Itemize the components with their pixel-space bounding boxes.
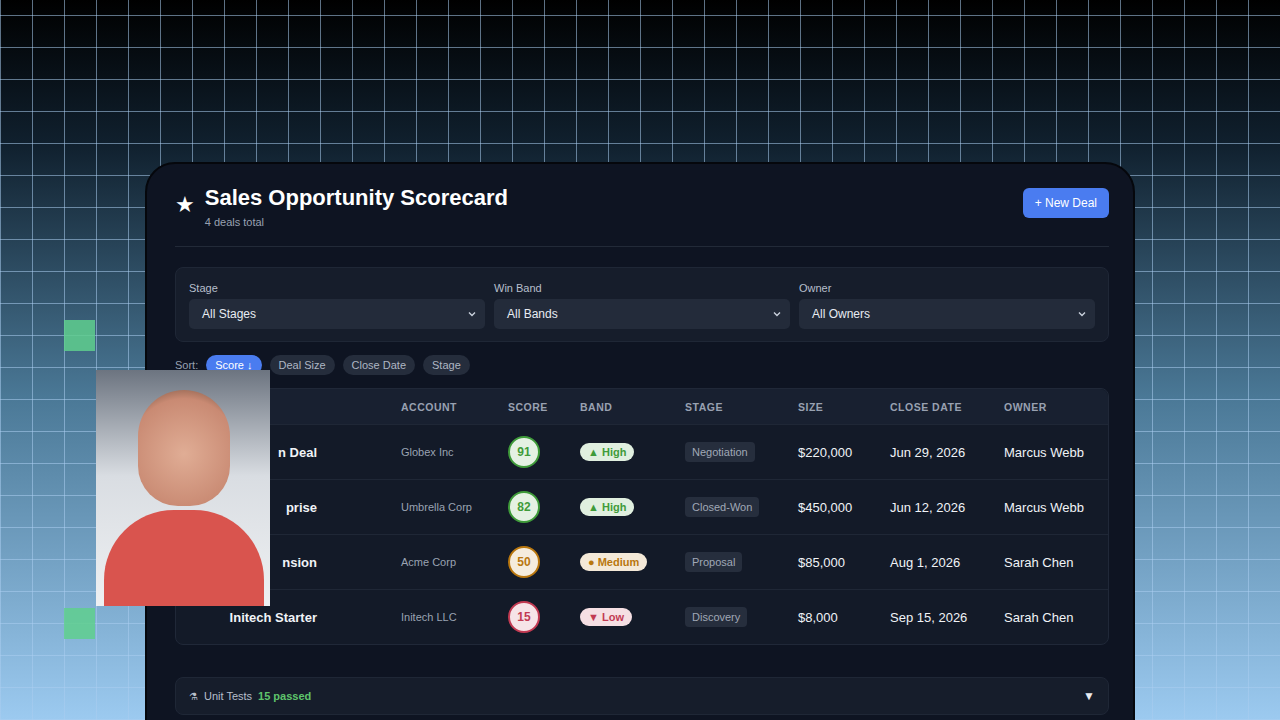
column-header[interactable]: ACCOUNT bbox=[401, 401, 508, 413]
chevron-down-icon bbox=[1077, 309, 1087, 319]
column-header[interactable]: STAGE bbox=[685, 401, 798, 413]
person-silhouette bbox=[104, 510, 264, 606]
deal-size: $8,000 bbox=[798, 610, 890, 625]
deal-name: Initech Starter bbox=[189, 610, 401, 625]
header: ★ Sales Opportunity Scorecard 4 deals tota… bbox=[175, 184, 1109, 247]
stage-tag: Discovery bbox=[685, 607, 747, 627]
star-icon: ★ bbox=[175, 192, 195, 218]
table-row[interactable]: n DealGlobex Inc91▲ HighNegotiation$220,… bbox=[176, 424, 1108, 479]
owner: Marcus Webb bbox=[1004, 500, 1095, 515]
filter-select[interactable]: All Stages bbox=[189, 299, 485, 329]
column-header[interactable]: SCORE bbox=[508, 401, 580, 413]
filter-select[interactable]: All Bands bbox=[494, 299, 790, 329]
table-row[interactable]: Initech StarterInitech LLC15 ▼ Low Discove… bbox=[176, 589, 1108, 644]
title-block: ★ Sales Opportunity Scorecard 4 deals tota… bbox=[175, 184, 508, 228]
new-deal-button[interactable]: + New Deal bbox=[1023, 188, 1109, 218]
band-pill: ● Medium bbox=[580, 553, 647, 571]
column-header[interactable]: SIZE bbox=[798, 401, 890, 413]
expand-toggle[interactable]: ▼ bbox=[1083, 689, 1095, 703]
deal-size: $450,000 bbox=[798, 500, 890, 515]
tests-result: 15 passed bbox=[258, 690, 311, 702]
score-badge: 91 bbox=[508, 436, 540, 468]
flask-icon: ⚗ bbox=[189, 691, 198, 702]
filter: Win Band All Bands bbox=[494, 282, 790, 329]
column-header[interactable]: BAND bbox=[580, 401, 685, 413]
close-date: Aug 1, 2026 bbox=[890, 555, 1004, 570]
close-date: Sep 15, 2026 bbox=[890, 610, 1004, 625]
stage-tag: Closed-Won bbox=[685, 497, 759, 517]
close-date: Jun 12, 2026 bbox=[890, 500, 1004, 515]
title: Sales Opportunity Scorecard bbox=[205, 184, 508, 212]
band-pill: ▲ High bbox=[580, 443, 634, 461]
decor-square bbox=[64, 320, 95, 351]
chevron-down-icon bbox=[467, 309, 477, 319]
close-date: Jun 29, 2026 bbox=[890, 445, 1004, 460]
sort-chip[interactable]: Deal Size bbox=[270, 355, 335, 375]
deal-size: $220,000 bbox=[798, 445, 890, 460]
account: Globex Inc bbox=[401, 446, 508, 458]
deals-table: ACCOUNTSCOREBANDSTAGESIZECLOSE DATEOWNER… bbox=[175, 388, 1109, 645]
filter: Owner All Owners bbox=[799, 282, 1095, 329]
deal-size: $85,000 bbox=[798, 555, 890, 570]
band-pill: ▲ High bbox=[580, 498, 634, 516]
account: Initech LLC bbox=[401, 611, 508, 623]
webcam-photo bbox=[96, 370, 270, 606]
deal-count: 4 deals total bbox=[205, 216, 508, 228]
filter-label: Win Band bbox=[494, 282, 790, 294]
column-header[interactable]: CLOSE DATE bbox=[890, 401, 1004, 413]
score-badge: 15 bbox=[508, 601, 540, 633]
unit-tests-label: Unit Tests bbox=[204, 690, 252, 702]
decor-square bbox=[64, 608, 95, 639]
score-badge: 50 bbox=[508, 546, 540, 578]
unit-tests-bar[interactable]: ⚗ Unit Tests 15 passed ▼ bbox=[175, 677, 1109, 715]
table-row[interactable]: priseUmbrella Corp82▲ HighClosed-Won$450… bbox=[176, 479, 1108, 534]
page: ★ Sales Opportunity Scorecard 4 deals tota… bbox=[0, 0, 1280, 720]
account: Acme Corp bbox=[401, 556, 508, 568]
sort-chip[interactable]: Close Date bbox=[343, 355, 415, 375]
filter-panel: Stage All Stages Win Band All Bands Owner All… bbox=[175, 267, 1109, 342]
column-header[interactable]: OWNER bbox=[1004, 401, 1095, 413]
stage-tag: Negotiation bbox=[685, 442, 755, 462]
person-silhouette bbox=[138, 390, 230, 506]
filter-select[interactable]: All Owners bbox=[799, 299, 1095, 329]
table-row[interactable]: nsionAcme Corp50● MediumProposal$85,000A… bbox=[176, 534, 1108, 589]
stage-tag: Proposal bbox=[685, 552, 742, 572]
band-pill: ▼ Low bbox=[580, 608, 632, 626]
filter-label: Owner bbox=[799, 282, 1095, 294]
sort-chip[interactable]: Stage bbox=[423, 355, 470, 375]
filter-label: Stage bbox=[189, 282, 485, 294]
filter: Stage All Stages bbox=[189, 282, 485, 329]
chevron-down-icon bbox=[772, 309, 782, 319]
table-header: ACCOUNTSCOREBANDSTAGESIZECLOSE DATEOWNER bbox=[176, 389, 1108, 424]
owner: Marcus Webb bbox=[1004, 445, 1095, 460]
account: Umbrella Corp bbox=[401, 501, 508, 513]
score-badge: 82 bbox=[508, 491, 540, 523]
owner: Sarah Chen bbox=[1004, 610, 1095, 625]
sort-bar: Sort:Score ↓Deal SizeClose DateStage bbox=[175, 355, 1109, 375]
owner: Sarah Chen bbox=[1004, 555, 1095, 570]
app-frame: ★ Sales Opportunity Scorecard 4 deals tota… bbox=[145, 162, 1135, 720]
